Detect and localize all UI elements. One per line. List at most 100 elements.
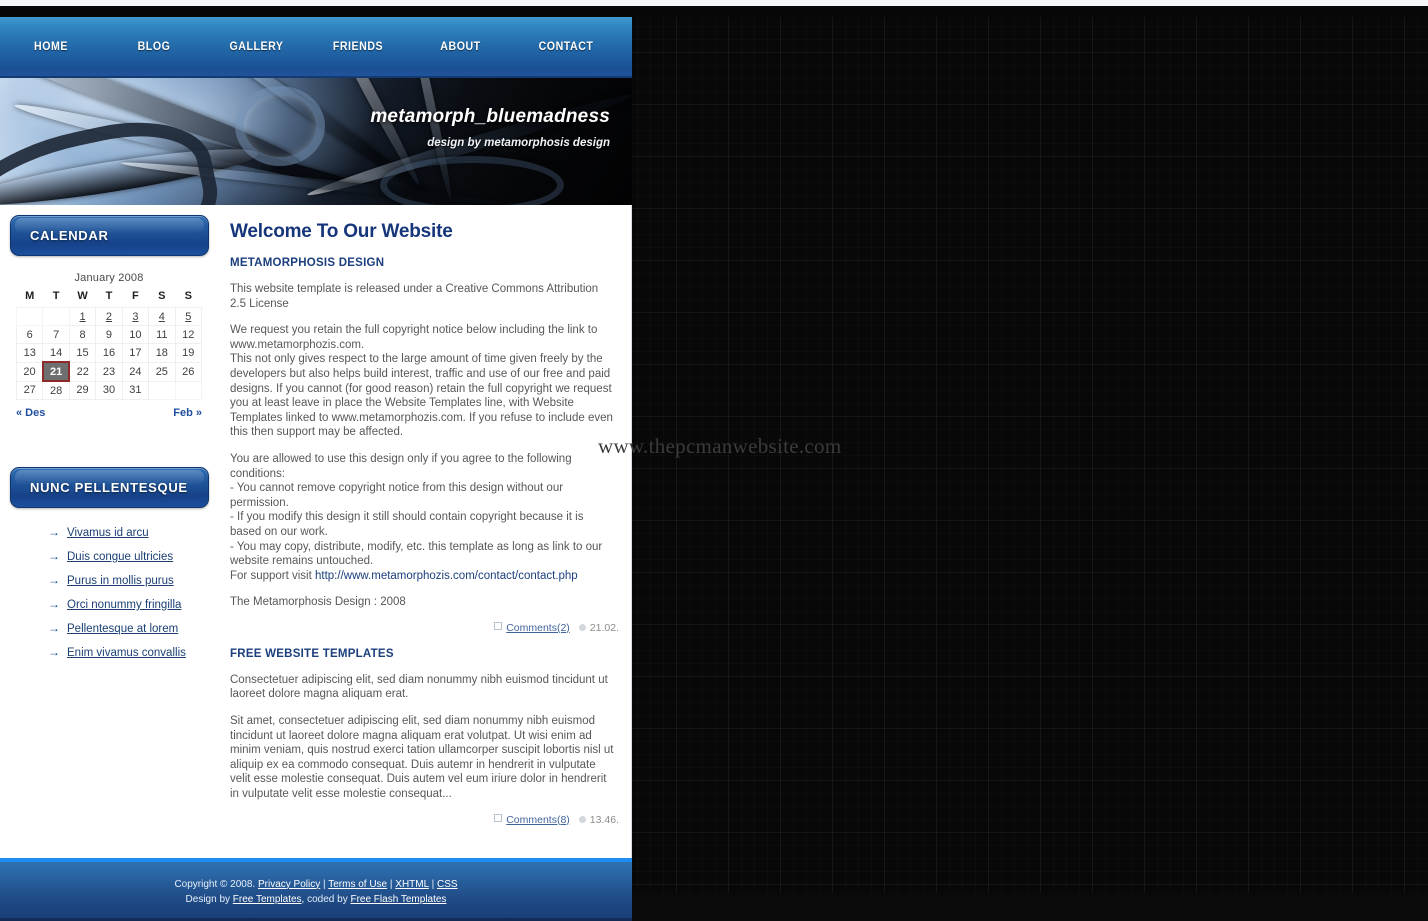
- sidebar-link-0[interactable]: Vivamus id arcu: [67, 527, 149, 539]
- calendar-weekday-row: MTWTFSS: [17, 288, 202, 308]
- footer-coded-link[interactable]: Free Flash Templates: [350, 894, 446, 905]
- calendar-day-cell[interactable]: 15: [68, 343, 97, 363]
- comments-link[interactable]: Comments(2): [506, 622, 570, 634]
- article-paragraph: We request you retain the full copyright…: [230, 324, 613, 439]
- footer-link-2[interactable]: XHTML: [395, 879, 429, 890]
- calendar-day-cell[interactable]: 25: [148, 361, 176, 382]
- footer-link-0[interactable]: Privacy Policy: [258, 879, 320, 890]
- comments-link[interactable]: Comments(8): [506, 814, 570, 826]
- calendar-widget-header: CALENDAR: [10, 215, 209, 256]
- calendar-day-cell[interactable]: 26: [174, 361, 203, 382]
- calendar-week-row: 20 21 22 23 24 25 26: [15, 361, 203, 382]
- calendar-day-link[interactable]: 2: [106, 311, 112, 323]
- calendar-day-cell[interactable]: 13: [15, 343, 44, 363]
- calendar-prev-month-link[interactable]: « Des: [16, 407, 45, 419]
- calendar-day-cell[interactable]: 31: [121, 380, 150, 400]
- footer-copyright-line: Copyright © 2008. Privacy Policy | Terms…: [174, 878, 458, 890]
- sidebar-link-list: → Vivamus id arcu → Duis congue ultricies → P…: [10, 525, 222, 660]
- calendar-next-month-link[interactable]: Feb »: [173, 407, 202, 419]
- calendar-day-cell[interactable]: 9: [95, 325, 123, 344]
- sidebar-link-1[interactable]: Duis congue ultricies: [67, 551, 173, 563]
- calendar-week-row: 27 28 29 30 31: [15, 380, 203, 400]
- nav-item-home[interactable]: HOME: [4, 41, 98, 53]
- nav-item-contact[interactable]: CONTACT: [516, 41, 615, 53]
- article-title: FREE WEBSITE TEMPLATES: [230, 647, 394, 660]
- calendar-day-cell[interactable]: 12: [174, 325, 203, 344]
- calendar-day-today[interactable]: 21: [41, 361, 71, 382]
- footer-link-3[interactable]: CSS: [437, 879, 458, 890]
- calendar-weekday-6: S: [184, 290, 192, 302]
- calendar-day-cell[interactable]: 23: [95, 361, 123, 382]
- sidebar: CALENDAR January 2008 MTWTFSS 1234567891…: [0, 205, 222, 669]
- hero-ring-shape: [380, 156, 564, 205]
- calendar-day-cell[interactable]: 16: [95, 343, 123, 363]
- article-meta: Comments(8) 13.46.: [230, 813, 619, 826]
- links-widget: NUNC PELLENTESQUE → Vivamus id arcu → Duis …: [10, 467, 222, 660]
- nav-item-about[interactable]: ABOUT: [413, 41, 508, 53]
- calendar-day-cell[interactable]: 14: [42, 343, 70, 363]
- article-title: METAMORPHOSIS DESIGN: [230, 257, 385, 269]
- calendar-day-cell[interactable]: 30: [95, 380, 123, 400]
- nav-item-blog[interactable]: BLOG: [106, 41, 202, 53]
- article: METAMORPHOSIS DESIGN This website templat…: [230, 257, 619, 634]
- article-time: 13.46.: [589, 813, 619, 826]
- calendar-day-cell[interactable]: 8: [68, 325, 97, 344]
- calendar-day-cell[interactable]: 1: [68, 307, 97, 326]
- sidebar-link-item: → Duis congue ultricies: [48, 549, 222, 564]
- calendar-day-link[interactable]: 4: [159, 311, 165, 323]
- calendar-day-cell[interactable]: 2: [95, 307, 123, 326]
- calendar-weekday-1: T: [52, 290, 60, 302]
- calendar-day-link[interactable]: 5: [185, 311, 191, 323]
- main-content: Welcome To Our Website METAMORPHOSIS DES…: [222, 205, 631, 858]
- hero-banner: metamorph_bluemadness design by metamorp…: [0, 78, 632, 205]
- nav-item-friends[interactable]: FRIENDS: [311, 41, 405, 53]
- sidebar-link-item: → Vivamus id arcu: [48, 525, 222, 540]
- clock-icon: [578, 815, 586, 823]
- article-paragraph: This website template is released under …: [230, 283, 599, 310]
- site-subtitle: design by metamorphosis design: [427, 137, 610, 149]
- arrow-right-icon: →: [48, 645, 60, 659]
- calendar-day-cell[interactable]: 4: [148, 307, 176, 326]
- calendar-day-cell[interactable]: 10: [121, 325, 150, 344]
- arrow-right-icon: →: [48, 621, 60, 635]
- calendar-day-cell[interactable]: 29: [68, 380, 97, 400]
- calendar-day-cell[interactable]: 20: [15, 361, 44, 382]
- main-navigation: HOME BLOG GALLERY FRIENDS ABOUT CONTACT: [0, 17, 632, 78]
- calendar-day-cell[interactable]: 18: [148, 343, 176, 363]
- calendar-day-cell[interactable]: 17: [121, 343, 150, 363]
- calendar-widget: CALENDAR January 2008 MTWTFSS 1234567891…: [10, 215, 222, 419]
- arrow-right-icon: →: [48, 573, 60, 587]
- calendar-empty-cell: [174, 380, 203, 400]
- arrow-right-icon: →: [48, 549, 60, 563]
- sidebar-link-4[interactable]: Pellentesque at lorem: [67, 623, 178, 635]
- calendar-day-cell[interactable]: 19: [174, 343, 203, 363]
- calendar-weekday-0: M: [25, 290, 35, 302]
- support-link[interactable]: http://www.metamorphozis.com/contact/con…: [315, 570, 578, 582]
- calendar-day-cell[interactable]: 24: [121, 361, 150, 382]
- article-paragraph: Sit amet, consectetuer adipiscing elit, …: [230, 715, 614, 801]
- page-title: Welcome To Our Website: [230, 221, 453, 242]
- sidebar-link-2[interactable]: Purus in mollis purus: [67, 575, 174, 587]
- calendar-day-cell[interactable]: 11: [148, 325, 176, 344]
- calendar-day-cell[interactable]: 28: [42, 380, 70, 400]
- calendar-day-link[interactable]: 3: [132, 311, 138, 323]
- calendar-day-link[interactable]: 1: [79, 311, 85, 323]
- calendar-day-cell[interactable]: 7: [42, 325, 70, 344]
- sidebar-link-item: → Orci nonummy fringilla: [48, 597, 222, 612]
- calendar-day-cell[interactable]: 22: [68, 361, 97, 382]
- sidebar-link-item: → Enim vivamus convallis: [48, 645, 222, 660]
- footer-design-link[interactable]: Free Templates: [233, 894, 302, 905]
- sidebar-link-3[interactable]: Orci nonummy fringilla: [67, 599, 181, 611]
- nav-item-gallery[interactable]: GALLERY: [210, 41, 303, 53]
- calendar-week-row: 13 14 15 16 17 18 19: [15, 343, 203, 363]
- calendar-day-cell[interactable]: 6: [15, 325, 44, 344]
- content-panel: CALENDAR January 2008 MTWTFSS 1234567891…: [0, 205, 632, 858]
- footer-link-1[interactable]: Terms of Use: [328, 879, 387, 890]
- calendar-day-cell[interactable]: 3: [121, 307, 150, 326]
- calendar-day-cell[interactable]: 5: [174, 307, 203, 326]
- article-list: METAMORPHOSIS DESIGN This website templat…: [230, 257, 619, 826]
- calendar-day-cell[interactable]: 27: [15, 380, 44, 400]
- calendar-empty-cell: [15, 307, 44, 326]
- sidebar-link-5[interactable]: Enim vivamus convallis: [67, 647, 186, 659]
- hero-text-block: metamorph_bluemadness design by metamorp…: [370, 106, 610, 149]
